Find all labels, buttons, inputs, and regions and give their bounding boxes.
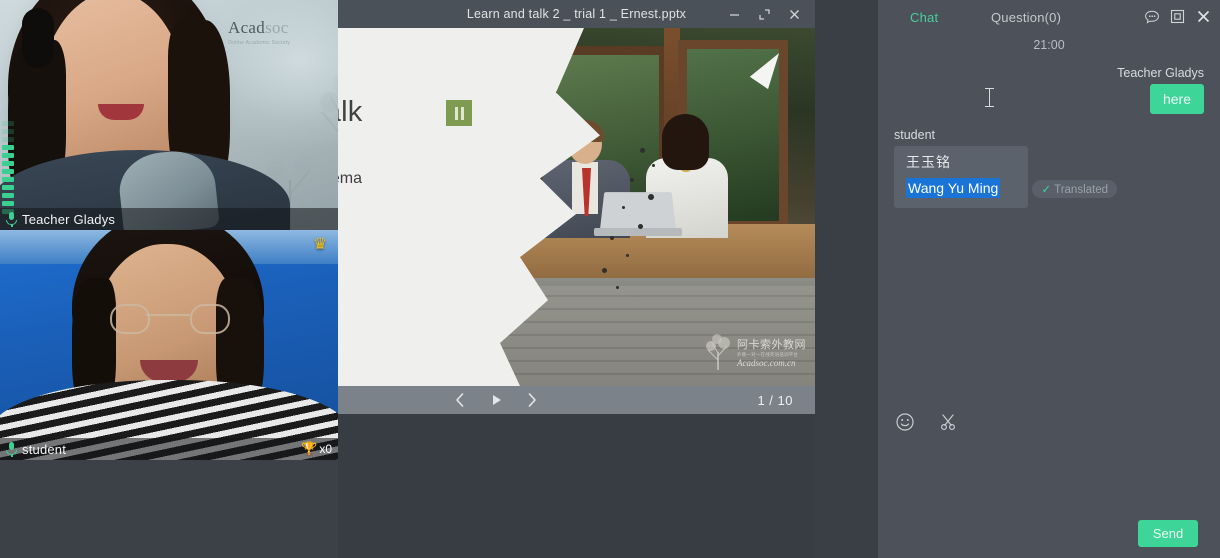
glasses-right-icon — [190, 304, 230, 334]
backdrop-logo: Acadsoc Online Academic Society — [228, 18, 332, 46]
volume-bar — [2, 201, 14, 206]
chat-send-row: Send — [878, 512, 1220, 558]
tab-chat[interactable]: Chat — [910, 10, 938, 25]
scissors-icon[interactable] — [937, 411, 959, 433]
teacher-name-label: Teacher Gladys — [22, 212, 115, 227]
volume-bar — [2, 137, 14, 142]
trophy-icon: 🏆 — [301, 441, 317, 457]
check-icon: ✓ — [1041, 184, 1051, 196]
volume-bar — [2, 121, 14, 126]
app-root: Acadsoc Online Academic Society — [0, 0, 1220, 558]
send-button[interactable]: Send — [1138, 520, 1198, 547]
close-icon[interactable] — [1195, 8, 1212, 25]
slide-subheading: nema — [338, 170, 362, 188]
crown-icon: ♛ — [313, 234, 327, 254]
student-name-bar: student 🏆 x0 — [0, 438, 338, 460]
volume-bar — [2, 193, 14, 198]
backdrop-brand-text: Acad — [228, 18, 265, 37]
glasses-bridge — [146, 314, 190, 316]
watermark-en-label: Acadsoc.com.cn — [737, 358, 806, 368]
slide-canvas[interactable]: 阿卡索外教网 外教一对一在线英语培训平台 Acadsoc.com.cn d Ta… — [338, 28, 815, 386]
play-slide-button[interactable] — [478, 386, 514, 414]
tab-question[interactable]: Question(0) — [991, 10, 1061, 25]
volume-bar — [2, 185, 14, 190]
volume-bar — [2, 161, 14, 166]
chat-input-area[interactable] — [878, 440, 1220, 512]
chat-message-outgoing: Teacher Gladys here — [894, 66, 1204, 114]
chat-timestamp: 21:00 — [894, 38, 1204, 52]
photo-laptop-base — [594, 228, 682, 236]
presentation-window: Learn and talk 2 _ trial 1 _ Ernest.pptx — [338, 0, 815, 414]
chat-message-bubble[interactable]: here — [1150, 84, 1204, 114]
next-slide-button[interactable] — [514, 386, 550, 414]
chat-tools-bar — [878, 404, 1220, 440]
video-column-filler — [0, 460, 338, 558]
microphone-icon — [6, 442, 17, 457]
slide-navigation-bar: 1 / 10 — [338, 386, 815, 414]
chat-header: Chat Question(0) — [878, 0, 1220, 34]
headset-icon — [22, 8, 54, 68]
photo-woman-hair — [662, 114, 709, 170]
backdrop-tagline: Online Academic Society — [228, 40, 332, 46]
watermark-cn-label: 阿卡索外教网 — [737, 336, 806, 352]
translated-badge-label: Translated — [1054, 184, 1108, 196]
volume-bar — [2, 153, 14, 158]
student-video-tile[interactable] — [0, 230, 338, 460]
restore-button[interactable] — [749, 0, 779, 28]
chat-message-list[interactable]: 21:00 Teacher Gladys here student 王玉铭 Wa… — [878, 34, 1220, 374]
volume-bar — [2, 177, 14, 182]
chat-panel: Chat Question(0) — [878, 0, 1220, 558]
window-controls — [719, 0, 809, 28]
chat-bubble-icon[interactable] — [1143, 8, 1160, 25]
watermark-tree-icon — [701, 334, 735, 370]
chat-message-bubble[interactable]: 王玉铭 Wang Yu Ming — [894, 146, 1028, 208]
desktop-area-right-of-presentation — [815, 0, 878, 558]
text-cursor — [985, 88, 994, 107]
translated-badge: ✓Translated — [1032, 180, 1117, 198]
watermark-text: 阿卡索外教网 外教一对一在线英语培训平台 Acadsoc.com.cn — [737, 336, 806, 368]
backdrop-brand-text-2: soc — [265, 18, 289, 37]
chat-message-original-text: 王玉铭 — [906, 154, 1016, 172]
microphone-icon — [6, 212, 17, 227]
chat-message-sender: Teacher Gladys — [894, 66, 1204, 80]
volume-bar — [2, 129, 14, 134]
desktop-area-below-presentation — [338, 414, 815, 558]
presentation-title: Learn and talk 2 _ trial 1 _ Ernest.pptx — [467, 7, 686, 21]
slide-page-indicator: 1 / 10 — [757, 393, 793, 408]
slide-heading: d Talk — [338, 96, 362, 129]
emoji-icon[interactable] — [894, 411, 916, 433]
trophy-count-label: x0 — [319, 442, 332, 456]
volume-bar — [2, 145, 14, 150]
chat-message-translated-text[interactable]: Wang Yu Ming — [906, 178, 1000, 198]
glasses-left-icon — [110, 304, 150, 334]
close-button[interactable] — [779, 0, 809, 28]
pause-button[interactable] — [446, 100, 472, 126]
volume-level-meter — [2, 118, 14, 214]
teacher-name-bar: Teacher Gladys — [0, 208, 338, 230]
teacher-video-tile[interactable]: Acadsoc Online Academic Society — [0, 0, 338, 230]
video-column: Acadsoc Online Academic Society — [0, 0, 338, 558]
previous-slide-button[interactable] — [442, 386, 478, 414]
presentation-title-bar[interactable]: Learn and talk 2 _ trial 1 _ Ernest.pptx — [338, 0, 815, 28]
chat-message-incoming: student 王玉铭 Wang Yu Ming ✓Translated — [894, 128, 1204, 208]
minimize-button[interactable] — [719, 0, 749, 28]
acadsoc-watermark: 阿卡索外教网 外教一对一在线英语培训平台 Acadsoc.com.cn — [701, 332, 809, 372]
volume-bar — [2, 169, 14, 174]
restore-window-icon[interactable] — [1169, 8, 1186, 25]
chat-message-sender: student — [894, 128, 1204, 142]
student-name-label: student — [22, 442, 66, 457]
slide-photo: 阿卡索外教网 外教一对一在线英语培训平台 Acadsoc.com.cn — [490, 28, 815, 386]
chat-header-icons — [1143, 8, 1212, 25]
